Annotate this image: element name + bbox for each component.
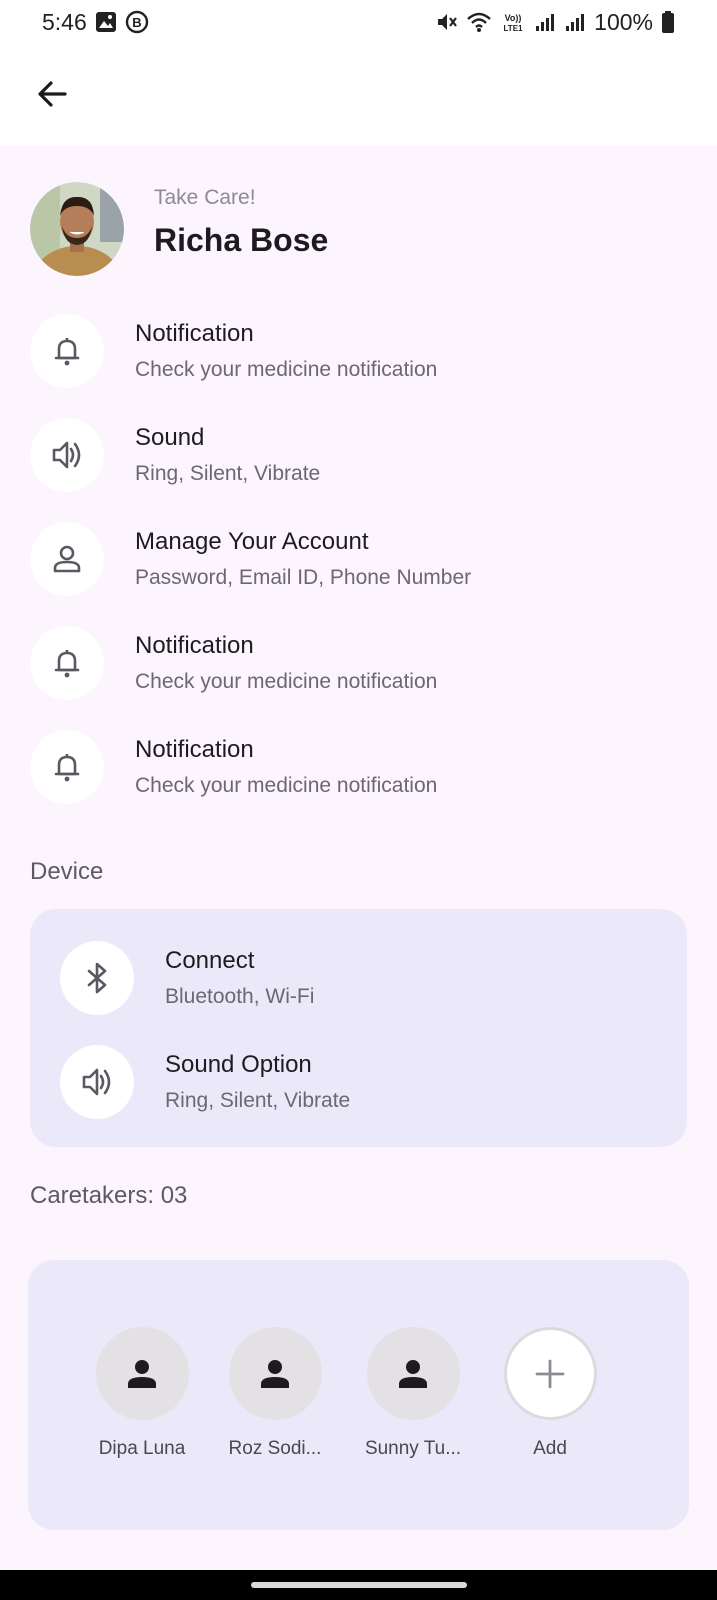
svg-text:B: B <box>132 15 141 30</box>
svg-text:Vo)): Vo)) <box>505 13 522 23</box>
caretaker-name: Dipa Luna <box>98 1438 186 1459</box>
battery-percent: 100% <box>594 8 653 35</box>
setting-notification[interactable]: Notification Check your medicine notific… <box>30 310 690 414</box>
avatar[interactable] <box>30 182 124 276</box>
setting-title: Notification <box>135 320 254 347</box>
status-time: 5:46 <box>42 8 87 35</box>
setting-title: Notification <box>135 632 254 659</box>
device-title: Connect <box>165 947 255 974</box>
svg-text:LTE1: LTE1 <box>504 24 524 33</box>
caretaker-name: Roz Sodi... <box>228 1438 322 1459</box>
setting-sound[interactable]: Sound Ring, Silent, Vibrate <box>30 414 690 518</box>
person-icon <box>95 1327 189 1420</box>
user-name: Richa Bose <box>154 222 329 258</box>
bluetooth-icon <box>60 941 134 1015</box>
person-icon <box>30 522 104 596</box>
device-title: Sound Option <box>165 1051 312 1078</box>
caretaker-name: Sunny Tu... <box>364 1438 462 1459</box>
caretakers-card: Dipa Luna Roz Sodi... Sunny Tu... Add <box>28 1260 689 1530</box>
device-connect[interactable]: Connect Bluetooth, Wi-Fi <box>60 937 660 1041</box>
arrow-left-icon <box>38 81 67 107</box>
setting-notification[interactable]: Notification Check your medicine notific… <box>30 622 690 726</box>
greeting-text: Take Care! <box>154 186 256 209</box>
device-sound-option[interactable]: Sound Option Ring, Silent, Vibrate <box>60 1041 660 1145</box>
gallery-icon <box>95 11 117 33</box>
system-nav-bar <box>0 1570 717 1600</box>
status-bar: 5:46 B Vo)) LTE1 100% <box>0 0 717 44</box>
device-subtitle: Bluetooth, Wi-Fi <box>165 985 315 1008</box>
caretakers-label: Caretakers: 03 <box>30 1182 188 1209</box>
bell-icon <box>30 730 104 804</box>
signal-icon <box>564 11 586 33</box>
mute-icon <box>436 11 458 33</box>
speaker-icon <box>30 418 104 492</box>
bell-icon <box>30 626 104 700</box>
setting-subtitle: Check your medicine notification <box>135 670 438 693</box>
setting-manage-account[interactable]: Manage Your Account Password, Email ID, … <box>30 518 690 622</box>
bell-icon <box>30 314 104 388</box>
caretaker-item[interactable]: Roz Sodi... <box>210 1327 340 1460</box>
home-gesture-handle[interactable] <box>251 1582 467 1588</box>
setting-title: Manage Your Account <box>135 528 369 555</box>
caretaker-item[interactable]: Dipa Luna <box>77 1327 207 1460</box>
setting-subtitle: Ring, Silent, Vibrate <box>135 462 321 485</box>
setting-subtitle: Password, Email ID, Phone Number <box>135 566 472 589</box>
setting-notification[interactable]: Notification Check your medicine notific… <box>30 726 690 830</box>
person-icon <box>228 1327 322 1420</box>
add-caretaker-button[interactable]: Add <box>485 1327 615 1460</box>
volte-icon: Vo)) LTE1 <box>500 11 526 33</box>
setting-subtitle: Check your medicine notification <box>135 774 438 797</box>
setting-title: Notification <box>135 736 254 763</box>
app-bar <box>0 44 717 146</box>
setting-title: Sound <box>135 424 205 451</box>
add-label: Add <box>533 1438 567 1459</box>
setting-subtitle: Check your medicine notification <box>135 358 438 381</box>
battery-icon <box>661 11 675 33</box>
speaker-icon <box>60 1045 134 1119</box>
profile-header: Take Care! Richa Bose <box>30 180 690 276</box>
plus-icon <box>503 1327 597 1420</box>
settings-list: Notification Check your medicine notific… <box>30 310 690 830</box>
wifi-icon <box>466 11 492 33</box>
b-badge-icon: B <box>125 10 149 34</box>
device-section-label: Device <box>30 858 104 885</box>
back-button[interactable] <box>28 70 76 118</box>
caretaker-item[interactable]: Sunny Tu... <box>348 1327 478 1460</box>
device-subtitle: Ring, Silent, Vibrate <box>165 1089 351 1112</box>
person-icon <box>366 1327 460 1420</box>
signal-icon <box>534 11 556 33</box>
device-card: Connect Bluetooth, Wi-Fi Sound Option Ri… <box>30 909 687 1147</box>
